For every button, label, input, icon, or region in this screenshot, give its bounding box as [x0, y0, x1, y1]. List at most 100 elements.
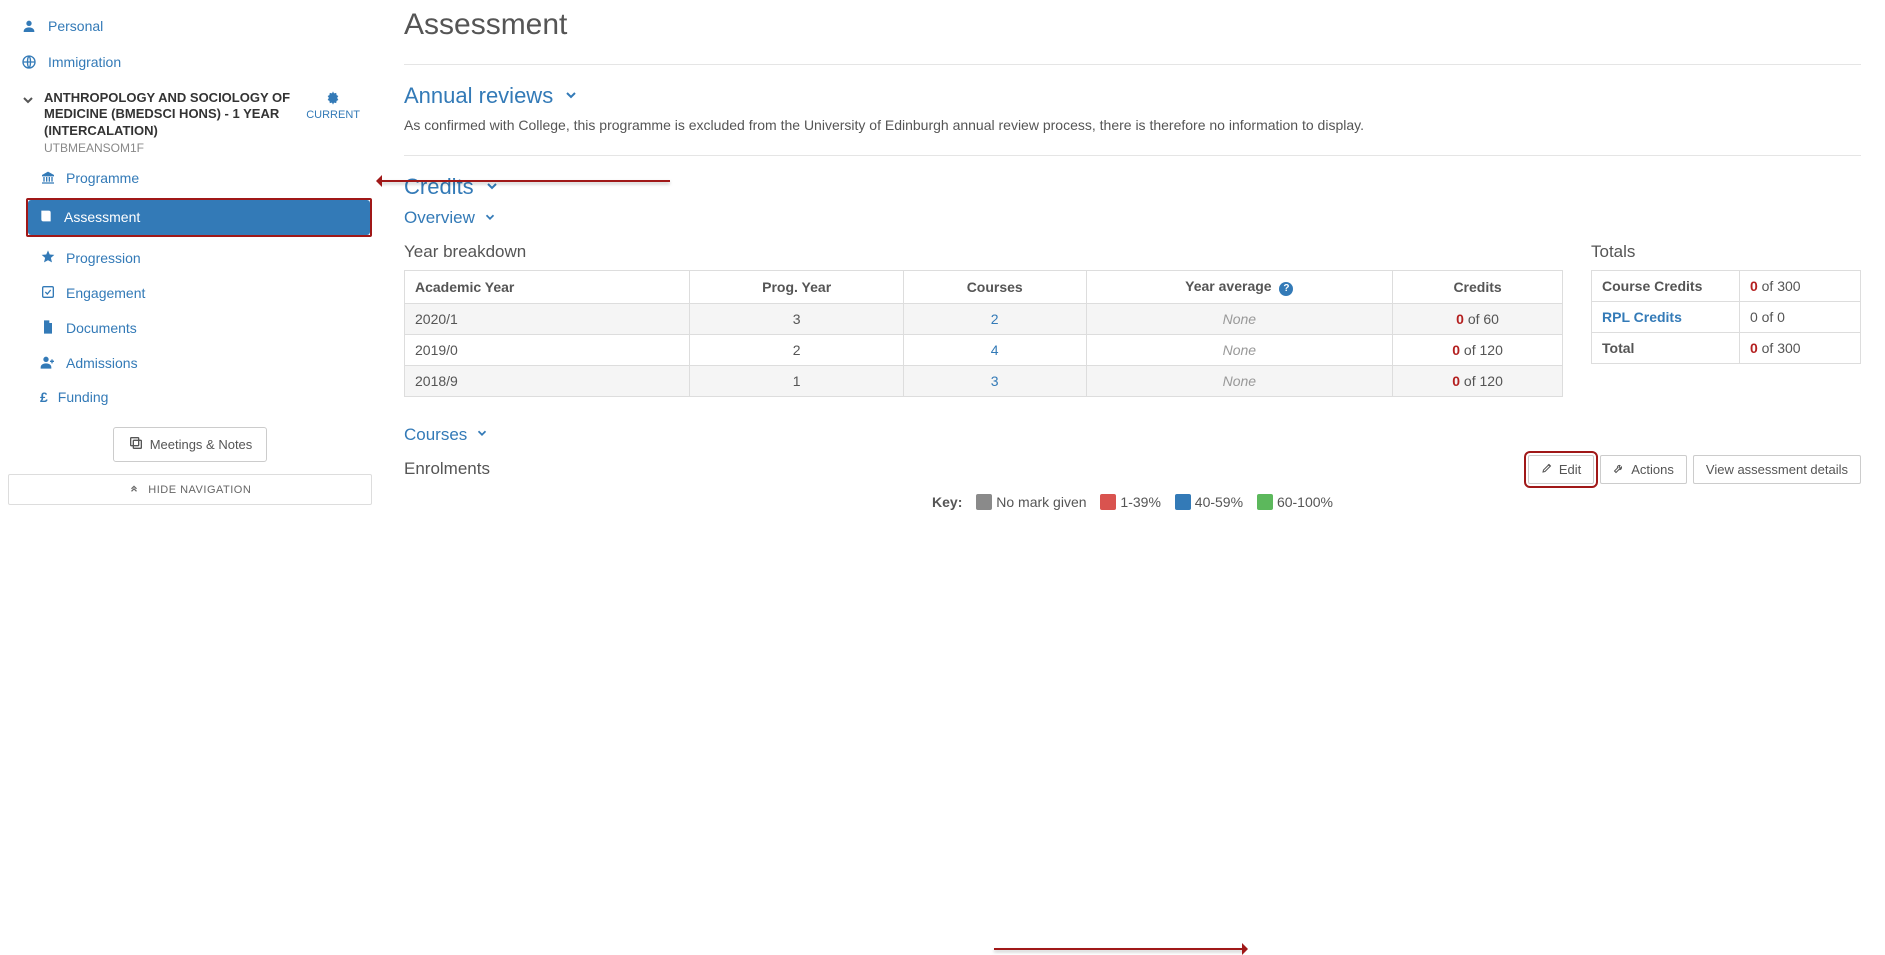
book-icon [38, 208, 54, 227]
cell-courses[interactable]: 3 [903, 365, 1086, 396]
meetings-notes-button[interactable]: Meetings & Notes [113, 427, 268, 462]
key-item: 40-59% [1195, 494, 1243, 510]
annotation-arrow-1 [380, 180, 670, 182]
mark-key: Key: No mark given 1-39% 40-59% 60-100% [404, 494, 1861, 510]
credits-toggle[interactable]: Credits [404, 174, 1861, 200]
cell-credits: 0 of 120 [1393, 334, 1563, 365]
section-label: Courses [404, 425, 467, 445]
sidebar-item-label: Programme [66, 170, 139, 186]
sidebar: Personal Immigration ANTHROPOLOGY AND SO… [0, 0, 380, 517]
annotation-arrow-2 [994, 948, 1244, 950]
sidebar-item-documents[interactable]: Documents [30, 311, 372, 346]
swatch-red-icon [1100, 494, 1116, 510]
key-item: 1-39% [1120, 494, 1160, 510]
courses-toggle[interactable]: Courses [404, 425, 1861, 445]
action-buttons: Edit Actions View assessment details [1528, 455, 1861, 484]
sidebar-item-label: Funding [58, 389, 109, 405]
totals-table: Course Credits 0 of 300 RPL Credits 0 of… [1591, 270, 1861, 364]
annual-reviews-text: As confirmed with College, this programm… [404, 117, 1861, 133]
copy-icon [128, 435, 144, 454]
sidebar-item-label: Progression [66, 250, 141, 266]
sidebar-item-progression[interactable]: Progression [30, 241, 372, 276]
sidebar-item-immigration[interactable]: Immigration [8, 44, 372, 80]
totals-row: RPL Credits 0 of 0 [1592, 302, 1861, 333]
button-label: Meetings & Notes [150, 437, 253, 452]
chevron-down-icon [475, 426, 489, 443]
star-icon [40, 249, 56, 268]
cell-prog: 1 [690, 365, 903, 396]
button-label: Edit [1559, 462, 1581, 477]
chevron-down-icon [483, 210, 497, 227]
sidebar-item-label: Documents [66, 320, 137, 336]
divider [404, 155, 1861, 156]
hide-navigation-button[interactable]: HIDE NAVIGATION [8, 474, 372, 505]
programme-code: UTBMEANSOM1F [44, 141, 298, 155]
cell-year: 2020/1 [405, 303, 690, 334]
chevron-down-icon [563, 87, 579, 106]
cell-year: 2019/0 [405, 334, 690, 365]
totals-value: 0 of 300 [1739, 333, 1860, 364]
col-prog-year: Prog. Year [690, 271, 903, 304]
totals-label: Total [1592, 333, 1740, 364]
page-title: Assessment [404, 8, 1861, 42]
programme-header[interactable]: ANTHROPOLOGY AND SOCIOLOGY OF MEDICINE (… [8, 80, 372, 161]
edit-button[interactable]: Edit [1528, 455, 1594, 484]
sidebar-item-engagement[interactable]: Engagement [30, 276, 372, 311]
annual-reviews-toggle[interactable]: Annual reviews [404, 83, 1861, 109]
cell-courses[interactable]: 2 [903, 303, 1086, 334]
cell-prog: 3 [690, 303, 903, 334]
year-breakdown-heading: Year breakdown [404, 242, 1563, 262]
key-item: 60-100% [1277, 494, 1333, 510]
pencil-icon [1541, 462, 1553, 477]
globe-icon [20, 54, 38, 70]
sidebar-item-label: Immigration [48, 54, 121, 70]
cell-courses[interactable]: 4 [903, 334, 1086, 365]
key-label: Key: [932, 494, 962, 510]
main-content: Assessment Annual reviews As confirmed w… [380, 0, 1885, 517]
sidebar-item-assessment[interactable]: Assessment [28, 200, 370, 235]
cell-prog: 2 [690, 334, 903, 365]
sidebar-item-label: Admissions [66, 355, 138, 371]
help-icon[interactable]: ? [1279, 282, 1293, 296]
person-icon [20, 18, 38, 34]
sidebar-item-admissions[interactable]: Admissions [30, 346, 372, 381]
totals-value: 0 of 300 [1739, 271, 1860, 302]
section-label: Annual reviews [404, 83, 553, 109]
table-row: 2019/0 2 4 None 0 of 120 [405, 334, 1563, 365]
swatch-blue-icon [1175, 494, 1191, 510]
cell-avg: None [1086, 365, 1393, 396]
button-label: Actions [1631, 462, 1674, 477]
table-row: 2020/1 3 2 None 0 of 60 [405, 303, 1563, 334]
sidebar-item-funding[interactable]: £ Funding [30, 381, 372, 413]
userplus-icon [40, 354, 56, 373]
totals-label[interactable]: RPL Credits [1592, 302, 1740, 333]
cell-credits: 0 of 120 [1393, 365, 1563, 396]
sidebar-item-label: Engagement [66, 285, 145, 301]
check-icon [40, 284, 56, 303]
col-credits: Credits [1393, 271, 1563, 304]
actions-button[interactable]: Actions [1600, 455, 1687, 484]
overview-toggle[interactable]: Overview [404, 208, 1861, 228]
gear-icon [306, 90, 360, 109]
wrench-icon [1613, 462, 1625, 477]
button-label: HIDE NAVIGATION [148, 484, 251, 496]
key-item: No mark given [996, 494, 1086, 510]
rpl-credits-link: RPL Credits [1602, 309, 1682, 325]
swatch-none-icon [976, 494, 992, 510]
sidebar-item-personal[interactable]: Personal [8, 8, 372, 44]
sidebar-item-programme[interactable]: Programme [30, 161, 372, 196]
file-icon [40, 319, 56, 338]
col-year-average: Year average ? [1086, 271, 1393, 304]
col-courses: Courses [903, 271, 1086, 304]
bank-icon [40, 169, 56, 188]
totals-label: Course Credits [1592, 271, 1740, 302]
cell-year: 2018/9 [405, 365, 690, 396]
section-label: Credits [404, 174, 474, 200]
chevron-down-icon [20, 90, 36, 111]
totals-row: Course Credits 0 of 300 [1592, 271, 1861, 302]
assessment-highlight: Assessment [26, 198, 372, 237]
cell-avg: None [1086, 334, 1393, 365]
view-assessment-details-button[interactable]: View assessment details [1693, 455, 1861, 484]
totals-value: 0 of 0 [1739, 302, 1860, 333]
current-badge: CURRENT [306, 90, 360, 121]
